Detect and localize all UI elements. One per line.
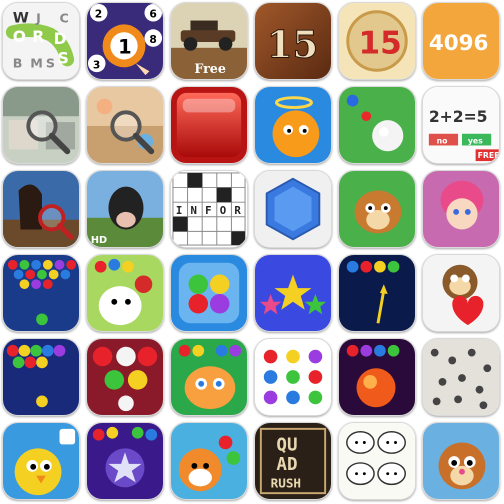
- fifteen-red-puzzle-app-icon[interactable]: 15: [338, 2, 416, 80]
- hidden-kitchen-app-icon[interactable]: [2, 86, 80, 164]
- word-search-app-icon[interactable]: W J C O R D S B M S: [2, 2, 80, 80]
- svg-text:FREE: FREE: [478, 151, 499, 160]
- svg-text:no: no: [437, 137, 449, 146]
- svg-text:RUSH: RUSH: [271, 475, 301, 490]
- svg-text:R: R: [234, 204, 241, 217]
- squirrel-match-app-icon[interactable]: [338, 170, 416, 248]
- raccoon-match-app-icon[interactable]: [170, 422, 248, 500]
- quad-rush-app-icon[interactable]: QU AD RUSH: [254, 422, 332, 500]
- svg-text:O: O: [220, 204, 226, 217]
- free-label: Free: [194, 61, 226, 76]
- svg-text:3: 3: [93, 58, 100, 71]
- bubble-shooter-dark-app-icon[interactable]: [2, 254, 80, 332]
- hidden-warrior-app-icon[interactable]: [2, 170, 80, 248]
- star-bubble-app-icon[interactable]: [86, 422, 164, 500]
- hidden-objects-farm-app-icon[interactable]: HD: [86, 170, 164, 248]
- svg-text:15: 15: [267, 23, 319, 67]
- letter-w: W: [13, 9, 29, 26]
- svg-text:4096: 4096: [429, 31, 489, 56]
- chipmunk-app-icon[interactable]: [422, 422, 500, 500]
- svg-text:yes: yes: [468, 137, 483, 146]
- svg-text:2: 2: [95, 8, 102, 21]
- hidden-objects-kids-app-icon[interactable]: [86, 86, 164, 164]
- crossword-app-icon[interactable]: I N F O R: [170, 170, 248, 248]
- svg-text:HD: HD: [91, 235, 107, 246]
- svg-text:S: S: [58, 49, 69, 67]
- svg-text:F: F: [205, 204, 211, 217]
- svg-text:8: 8: [149, 33, 156, 46]
- svg-text:C: C: [60, 10, 69, 25]
- dots-grid-app-icon[interactable]: [254, 338, 332, 416]
- svg-text:QU: QU: [276, 435, 297, 455]
- svg-text:S: S: [46, 55, 55, 70]
- fifteen-wood-puzzle-app-icon[interactable]: 15: [254, 2, 332, 80]
- svg-text:2+2=5: 2+2=5: [429, 108, 488, 126]
- svg-text:R: R: [32, 28, 44, 46]
- cat-crush-app-icon[interactable]: [170, 338, 248, 416]
- dumpling-faces-app-icon[interactable]: [338, 422, 416, 500]
- svg-text:I: I: [176, 204, 182, 217]
- svg-text:M: M: [30, 55, 43, 70]
- monkey-heart-app-icon[interactable]: [422, 254, 500, 332]
- svg-text:6: 6: [149, 8, 156, 21]
- fireball-bubble-app-icon[interactable]: [338, 338, 416, 416]
- bingo-pool-app-icon[interactable]: 2 6 8 1 3: [86, 2, 164, 80]
- orange-angel-ball-app-icon[interactable]: [254, 86, 332, 164]
- bubble-arrow-app-icon[interactable]: [338, 254, 416, 332]
- blue-hexagon-app-icon[interactable]: [254, 170, 332, 248]
- svg-text:AD: AD: [276, 455, 297, 475]
- star-blast-app-icon[interactable]: [254, 254, 332, 332]
- game-4096-app-icon[interactable]: 4096: [422, 2, 500, 80]
- birds-bubble-app-icon[interactable]: [86, 338, 164, 416]
- fairy-girl-app-icon[interactable]: [422, 170, 500, 248]
- svg-text:D: D: [54, 30, 67, 48]
- red-jelly-block-app-icon[interactable]: [170, 86, 248, 164]
- yellow-bird-app-icon[interactable]: [2, 422, 80, 500]
- pool-ball-app-icon[interactable]: [338, 86, 416, 164]
- svg-text:N: N: [190, 204, 196, 217]
- pet-bubble-app-icon[interactable]: [86, 254, 164, 332]
- app-icon-grid: W J C O R D S B M S 2 6 8 1 3 Free 15 15…: [0, 0, 504, 504]
- hill-climb-app-icon[interactable]: Free: [170, 2, 248, 80]
- svg-text:15: 15: [358, 26, 401, 62]
- svg-text:B: B: [13, 55, 23, 70]
- metal-balls-app-icon[interactable]: [422, 338, 500, 416]
- bubble-shooter-night-app-icon[interactable]: [2, 338, 80, 416]
- math-quiz-app-icon[interactable]: 2+2=5 no yes FREE: [422, 86, 500, 164]
- svg-text:O: O: [13, 28, 26, 46]
- color-balls-app-icon[interactable]: [170, 254, 248, 332]
- svg-text:1: 1: [118, 36, 132, 59]
- svg-text:J: J: [35, 10, 41, 25]
